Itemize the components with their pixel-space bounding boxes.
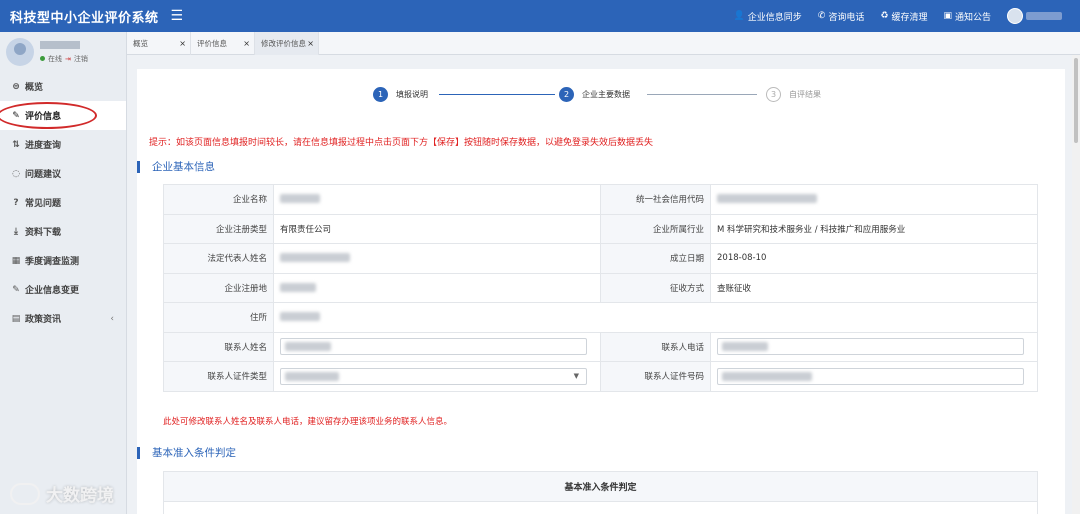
section-title-criteria: 基本准入条件判定 <box>137 447 236 459</box>
contact-id-number-input[interactable] <box>717 367 1024 385</box>
user-icon: 👤 <box>733 11 745 21</box>
sidebar-item-evaluation-info[interactable]: ✎ 评价信息 <box>0 101 126 130</box>
close-icon[interactable]: × <box>179 39 186 48</box>
sidebar-item-progress[interactable]: ⇅ 进度查询 <box>0 130 126 159</box>
online-status: 在线 <box>48 54 62 63</box>
step-3: 3 自评结果 <box>766 87 821 102</box>
main-content: 1 填报说明 2 企业主要数据 3 自评结果 提示：如该页面信息填报时间较长，请… <box>137 69 1065 514</box>
announcement-button[interactable]: ▣ 通知公告 <box>943 10 991 23</box>
step-connector <box>439 94 555 95</box>
table-row: 联系人证件类型 ▼ 联系人证件号码 <box>163 361 1038 392</box>
user-profile: 在线 ⇥ 注销 <box>0 32 126 72</box>
edit-icon: ✎ <box>12 284 20 295</box>
table-header-row: 基本准入条件判定 <box>163 471 1038 502</box>
reg-type-value: 有限责任公司 <box>273 213 601 244</box>
logout-link[interactable]: 注销 <box>74 54 88 64</box>
question-icon: ? <box>13 197 19 208</box>
chat-icon: ◌ <box>12 168 20 179</box>
save-hint: 提示：如该页面信息填报时间较长，请在信息填报过程中点击页面下方【保存】按钮随时保… <box>149 138 654 148</box>
caret-down-icon: ▼ <box>573 371 579 380</box>
top-actions: 👤 企业信息同步 ✆ 咨询电话 ♻ 缓存清理 ▣ 通知公告 <box>734 0 1062 32</box>
avatar <box>6 38 34 66</box>
sidebar-item-company-change[interactable]: ✎ 企业信息变更 <box>0 275 126 304</box>
app-title: 科技型中小企业评价系统 <box>10 10 159 26</box>
founded-value: 2018-08-10 <box>710 243 1038 274</box>
redacted-value <box>280 282 316 292</box>
contact-edit-note: 此处可修改联系人姓名及联系人电话，建议留存办理该项业务的联系人信息。 <box>163 417 453 427</box>
red-circle-annotation <box>0 102 97 129</box>
step-2: 2 企业主要数据 <box>559 87 630 102</box>
redacted-value <box>722 371 812 381</box>
sidebar-item-faq[interactable]: ? 常见问题 <box>0 188 126 217</box>
phone-icon: ✆ <box>817 11 826 21</box>
redacted-value <box>722 342 768 352</box>
progress-icon: ⇅ <box>12 139 20 150</box>
hamburger-menu-icon[interactable]: ☰ <box>171 8 184 24</box>
newspaper-icon: ▤ <box>11 313 21 324</box>
sidebar-item-downloads[interactable]: ⤓ 资料下载 <box>0 217 126 246</box>
redacted-value <box>285 371 339 381</box>
download-icon: ⤓ <box>14 226 18 237</box>
announcement-icon: ▣ <box>943 11 952 21</box>
progress-stepper: 1 填报说明 2 企业主要数据 3 自评结果 <box>373 86 833 104</box>
criteria-table-header: 基本准入条件判定 <box>163 471 1038 502</box>
username-redacted <box>1026 12 1062 20</box>
top-bar: 科技型中小企业评价系统 ☰ 👤 企业信息同步 ✆ 咨询电话 ♻ 缓存清理 ▣ 通… <box>0 0 1080 32</box>
table-row <box>163 501 1038 514</box>
redacted-value <box>280 253 350 263</box>
online-status-icon <box>40 56 45 61</box>
sidebar-item-quarterly-survey[interactable]: ▦ 季度调查监测 <box>0 246 126 275</box>
close-icon[interactable]: × <box>243 39 250 48</box>
consult-phone-button[interactable]: ✆ 咨询电话 <box>818 10 865 23</box>
username-redacted <box>40 40 80 49</box>
redacted-value <box>285 342 331 352</box>
sidebar-item-feedback[interactable]: ◌ 问题建议 <box>0 159 126 188</box>
table-row: 企业注册类型 有限责任公司 企业所属行业 M 科学研究和技术服务业 / 科技推广… <box>163 213 1038 244</box>
redacted-value <box>280 312 320 322</box>
recycle-icon: ♻ <box>880 11 889 21</box>
overview-icon: ⊜ <box>12 81 20 92</box>
industry-value: M 科学研究和技术服务业 / 科技推广和应用服务业 <box>710 213 1038 244</box>
sidebar-item-policy-news[interactable]: ▤ 政策资讯 ‹ <box>0 304 126 333</box>
table-row: 住所 <box>163 302 1038 333</box>
sidebar-item-overview[interactable]: ⊜ 概览 <box>0 72 126 101</box>
step-1: 1 填报说明 <box>373 87 428 102</box>
table-row: 联系人姓名 联系人电话 <box>163 331 1038 362</box>
contact-phone-input[interactable] <box>717 338 1024 356</box>
calendar-icon: ▦ <box>11 255 21 266</box>
sidebar: 在线 ⇥ 注销 ⊜ 概览 ✎ 评价信息 ⇅ 进度查询 ◌ 问题建议 ? 常见问题… <box>0 32 127 514</box>
table-row: 法定代表人姓名 成立日期 2018-08-10 <box>163 243 1038 274</box>
contact-name-input[interactable] <box>280 338 587 356</box>
contact-id-type-select[interactable]: ▼ <box>280 367 587 385</box>
scrollbar-thumb[interactable] <box>1074 58 1078 143</box>
avatar <box>1007 8 1023 24</box>
watermark: 大数跨境 <box>10 481 114 506</box>
chevron-left-icon: ‹ <box>110 313 114 324</box>
criteria-table: 基本准入条件判定 <box>163 471 1038 514</box>
watermark-logo-icon <box>10 482 40 505</box>
basic-info-table: 企业名称 统一社会信用代码 企业注册类型 有限责任公司 企业所属行业 M 科学研… <box>163 184 1038 392</box>
logout-icon[interactable]: ⇥ <box>65 55 71 63</box>
redacted-value <box>280 194 320 204</box>
tax-method-value: 查账征收 <box>710 272 1038 303</box>
sync-company-info-button[interactable]: 👤 企业信息同步 <box>734 10 802 23</box>
table-row: 企业注册地 征收方式 查账征收 <box>163 272 1038 303</box>
tab-evaluation-info[interactable]: 评价信息 × <box>191 32 255 55</box>
tab-bar: 概览 × 评价信息 × 修改评价信息 × <box>127 32 1080 55</box>
redacted-value <box>717 194 817 204</box>
clear-cache-button[interactable]: ♻ 缓存清理 <box>880 10 927 23</box>
close-icon[interactable]: × <box>307 39 314 48</box>
tab-overview[interactable]: 概览 × <box>127 32 191 55</box>
section-title-basic-info: 企业基本信息 <box>137 161 215 173</box>
user-menu[interactable] <box>1007 8 1062 24</box>
tab-edit-evaluation-info[interactable]: 修改评价信息 × <box>255 32 319 55</box>
step-connector <box>647 94 757 95</box>
table-row: 企业名称 统一社会信用代码 <box>163 184 1038 215</box>
